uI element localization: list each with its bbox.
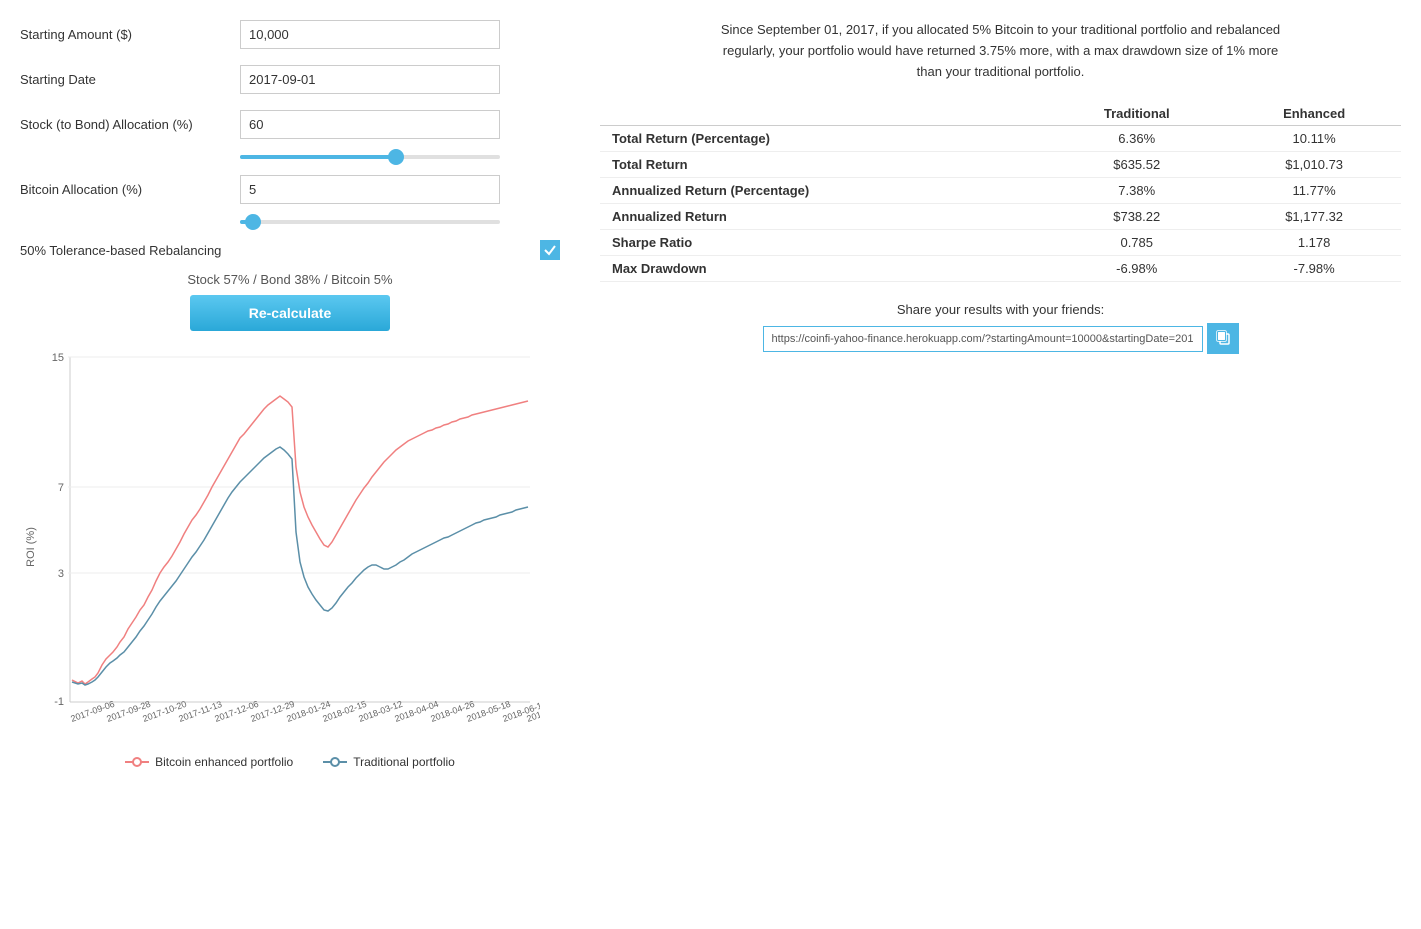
legend-bitcoin-label: Bitcoin enhanced portfolio xyxy=(155,755,293,769)
bitcoin-enhanced-line xyxy=(72,396,528,684)
starting-amount-label: Starting Amount ($) xyxy=(20,27,240,42)
starting-amount-row: Starting Amount ($) xyxy=(20,20,560,49)
chart-legend: Bitcoin enhanced portfolio Traditional p… xyxy=(20,755,560,769)
stock-bond-slider-row xyxy=(20,155,560,159)
table-header-metric xyxy=(600,102,1046,126)
table-row: Annualized Return $738.22 $1,177.32 xyxy=(600,204,1401,230)
stock-bond-slider-track[interactable] xyxy=(240,155,500,159)
traditional-cell: -6.98% xyxy=(1046,256,1227,282)
enhanced-cell: -7.98% xyxy=(1227,256,1401,282)
traditional-cell: 6.36% xyxy=(1046,126,1227,152)
rebalancing-label: 50% Tolerance-based Rebalancing xyxy=(20,243,540,258)
traditional-cell: $635.52 xyxy=(1046,152,1227,178)
left-panel: Starting Amount ($) Starting Date Stock … xyxy=(20,20,560,769)
table-header-enhanced: Enhanced xyxy=(1227,102,1401,126)
legend-traditional-label: Traditional portfolio xyxy=(353,755,455,769)
table-row: Total Return (Percentage) 6.36% 10.11% xyxy=(600,126,1401,152)
share-url-input[interactable] xyxy=(763,326,1203,352)
table-row: Annualized Return (Percentage) 7.38% 11.… xyxy=(600,178,1401,204)
metric-cell: Total Return xyxy=(600,152,1046,178)
metric-cell: Sharpe Ratio xyxy=(600,230,1046,256)
stock-bond-input[interactable] xyxy=(240,110,500,139)
copy-button[interactable] xyxy=(1207,323,1239,354)
results-table: Traditional Enhanced Total Return (Perce… xyxy=(600,102,1401,282)
share-url-row xyxy=(600,323,1401,354)
svg-text:7: 7 xyxy=(58,482,64,494)
bitcoin-alloc-label: Bitcoin Allocation (%) xyxy=(20,182,240,197)
traditional-cell: 0.785 xyxy=(1046,230,1227,256)
metric-cell: Annualized Return (Percentage) xyxy=(600,178,1046,204)
starting-date-row: Starting Date xyxy=(20,65,560,94)
enhanced-cell: 10.11% xyxy=(1227,126,1401,152)
stock-bond-row: Stock (to Bond) Allocation (%) xyxy=(20,110,560,139)
bitcoin-alloc-input[interactable] xyxy=(240,175,500,204)
svg-text:-1: -1 xyxy=(54,696,64,708)
rebalancing-row: 50% Tolerance-based Rebalancing xyxy=(20,240,560,260)
starting-date-label: Starting Date xyxy=(20,72,240,87)
enhanced-cell: 11.77% xyxy=(1227,178,1401,204)
allocation-text: Stock 57% / Bond 38% / Bitcoin 5% xyxy=(20,272,560,287)
stock-bond-label: Stock (to Bond) Allocation (%) xyxy=(20,117,240,132)
rebalancing-checkbox[interactable] xyxy=(540,240,560,260)
table-header-traditional: Traditional xyxy=(1046,102,1227,126)
svg-text:15: 15 xyxy=(52,352,64,364)
right-panel: Since September 01, 2017, if you allocat… xyxy=(600,20,1401,769)
metric-cell: Max Drawdown xyxy=(600,256,1046,282)
table-row: Sharpe Ratio 0.785 1.178 xyxy=(600,230,1401,256)
traditional-portfolio-line xyxy=(72,447,528,685)
roi-chart: 15 7 3 -1 ROI (%) 2017-09-06 2017-09-28 … xyxy=(20,347,540,747)
table-row: Max Drawdown -6.98% -7.98% xyxy=(600,256,1401,282)
svg-text:3: 3 xyxy=(58,568,64,580)
share-section: Share your results with your friends: xyxy=(600,302,1401,354)
share-label: Share your results with your friends: xyxy=(600,302,1401,317)
table-row: Total Return $635.52 $1,010.73 xyxy=(600,152,1401,178)
legend-traditional: Traditional portfolio xyxy=(323,755,455,769)
summary-text: Since September 01, 2017, if you allocat… xyxy=(721,20,1281,82)
enhanced-cell: 1.178 xyxy=(1227,230,1401,256)
legend-bitcoin-enhanced: Bitcoin enhanced portfolio xyxy=(125,755,293,769)
bitcoin-alloc-row: Bitcoin Allocation (%) xyxy=(20,175,560,204)
traditional-cell: 7.38% xyxy=(1046,178,1227,204)
metric-cell: Annualized Return xyxy=(600,204,1046,230)
bitcoin-slider-row xyxy=(20,220,560,224)
svg-text:ROI (%): ROI (%) xyxy=(25,527,37,567)
bitcoin-slider-track[interactable] xyxy=(240,220,500,224)
metric-cell: Total Return (Percentage) xyxy=(600,126,1046,152)
recalculate-button[interactable]: Re-calculate xyxy=(190,295,390,331)
starting-amount-input[interactable] xyxy=(240,20,500,49)
enhanced-cell: $1,010.73 xyxy=(1227,152,1401,178)
traditional-cell: $738.22 xyxy=(1046,204,1227,230)
starting-date-input[interactable] xyxy=(240,65,500,94)
enhanced-cell: $1,177.32 xyxy=(1227,204,1401,230)
chart-container: 15 7 3 -1 ROI (%) 2017-09-06 2017-09-28 … xyxy=(20,347,560,769)
